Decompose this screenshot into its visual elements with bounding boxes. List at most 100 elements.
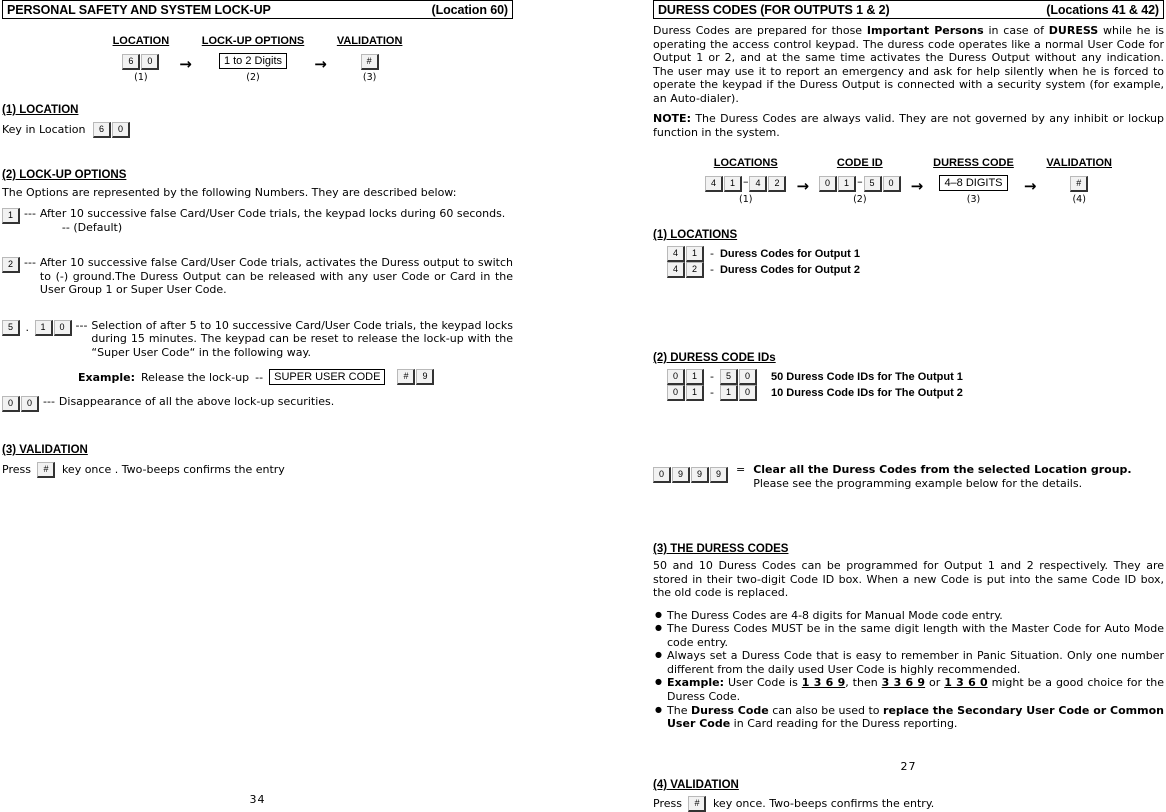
right-s1-heading: (1) LOCATIONS <box>653 229 738 241</box>
separator: - <box>710 247 714 260</box>
note-text: The Duress Codes are always valid. They … <box>653 112 1164 139</box>
key-cap: 9 <box>691 466 709 483</box>
flow-title: LOCK-UP OPTIONS <box>201 35 305 47</box>
key-cap: 0 <box>738 369 757 385</box>
flow-step-number: (2) <box>853 194 867 205</box>
key-cap: 1 <box>723 176 742 192</box>
left-page: PERSONAL SAFETY AND SYSTEM LOCK-UP (Loca… <box>2 0 513 806</box>
key-cap: 4 <box>749 176 768 192</box>
flow-keys: # <box>1046 174 1112 192</box>
key-cap: 2 <box>768 176 787 192</box>
right-s4-heading: (4) VALIDATION <box>653 778 739 791</box>
press-after: key once . Two-beeps confirms the entry <box>61 463 285 476</box>
key-cap: 2 <box>686 262 704 278</box>
key-cap-hash: # <box>37 462 56 478</box>
right-section-header: DURESS CODES (FOR OUTPUTS 1 & 2) (Locati… <box>653 0 1164 19</box>
key-cap: 0 <box>53 319 72 336</box>
flow-step-code-id: CODE ID 0 1–5 0 (2) <box>819 157 901 205</box>
option-2-text: After 10 successive false Card/User Code… <box>39 256 513 296</box>
arrow-right-icon: → <box>1023 177 1037 195</box>
left-s1-heading: (1) LOCATION <box>2 104 79 116</box>
left-page-number: 34 <box>249 793 266 806</box>
left-s3-heading: (3) VALIDATION <box>2 444 88 456</box>
digits-box: 1 to 2 Digits <box>218 53 288 69</box>
left-s2-heading: (2) LOCK-UP OPTIONS <box>2 169 127 181</box>
digits-box: 4–8 DIGITS <box>939 175 1008 191</box>
option-3-text: Selection of after 5 to 10 successive Ca… <box>91 318 513 359</box>
flow-title: VALIDATION <box>1046 157 1112 169</box>
arrow-right-icon: → <box>179 55 192 73</box>
option-row-2: 2 --- After 10 successive false Card/Use… <box>2 256 513 297</box>
key-cap: 9 <box>710 466 728 483</box>
key-cap: 0 <box>882 176 901 192</box>
duress-codes-paragraph: 50 and 10 Duress Codes can be programmed… <box>653 559 1164 599</box>
list-item-label: 10 Duress Code IDs for The Output 2 <box>770 387 963 399</box>
list-item: The Duress Code can also be used to repl… <box>653 703 1164 731</box>
key-cap: 9 <box>672 466 690 483</box>
flow-step-number: (3) <box>362 72 377 83</box>
option-4-text: Disappearance of all the above lock-up s… <box>58 395 335 408</box>
example-dashes: -- <box>255 370 264 384</box>
key-cap: 1 <box>686 246 704 262</box>
equals-sign: = <box>736 463 746 476</box>
press-label: Press <box>2 463 31 476</box>
list-item: 42 - Duress Codes for Output 2 <box>667 262 1164 278</box>
duress-note: NOTE: The Duress Codes are always valid.… <box>653 112 1164 139</box>
dots: --- <box>24 256 36 269</box>
right-header-location: (Locations 41 & 42) <box>1046 2 1159 17</box>
key-cap: 2 <box>2 257 20 273</box>
duress-codes-bullets: The Duress Codes are 4-8 digits for Manu… <box>653 608 1164 731</box>
list-item: The Duress Codes are 4-8 digits for Manu… <box>653 608 1164 623</box>
clear-line-1: Clear all the Duress Codes from the sele… <box>753 463 1132 476</box>
right-page-number: 27 <box>900 760 917 773</box>
separator: - <box>710 263 714 276</box>
flow-arrow-icon: → <box>304 54 337 73</box>
flow-step-duress-code: DURESS CODE 4–8 DIGITS (3) <box>933 157 1014 205</box>
key-cap: 0 <box>112 122 130 138</box>
locations-list: 41 - Duress Codes for Output 1 42 - Dure… <box>653 246 1164 278</box>
flow-step-validation: VALIDATION # (3) <box>337 35 403 83</box>
key-cap: 0 <box>819 176 838 192</box>
dots: --- <box>75 318 88 332</box>
left-flow-diagram: LOCATION 60 (1) → LOCK-UP OPTIONS 1 to 2… <box>2 35 513 83</box>
flow-arrow-icon: → <box>901 176 934 195</box>
option-1-text2: -- (Default) <box>61 220 123 234</box>
key-cap: 1 <box>838 176 857 192</box>
key-cap: 4 <box>704 176 723 192</box>
flow-title: LOCATIONS <box>713 157 778 169</box>
key-cap: 0 <box>667 385 685 401</box>
clear-line-2: Please see the programming example below… <box>753 477 1083 490</box>
left-s1-text: Key in Location <box>2 123 86 136</box>
duress-intro-paragraph: Duress Codes are prepared for those Impo… <box>653 24 1164 105</box>
key-cap: 1 <box>686 369 704 385</box>
flow-title: LOCATION <box>112 35 170 47</box>
key-cap: 5 <box>719 369 738 385</box>
right-s2-heading: (2) DURESS CODE IDs <box>653 352 776 364</box>
key-cap: 0 <box>653 466 671 483</box>
flow-step-number: (1) <box>134 72 148 83</box>
key-cap: 1 <box>2 208 20 224</box>
arrow-right-icon: → <box>796 177 810 195</box>
key-cap: 1 <box>686 385 704 401</box>
flow-arrow-icon: → <box>169 54 202 73</box>
flow-keys: 60 <box>113 52 170 70</box>
flow-step-number: (4) <box>1072 194 1086 205</box>
right-header-title: DURESS CODES (FOR OUTPUTS 1 & 2) <box>658 2 890 17</box>
key-cap: 9 <box>416 369 435 385</box>
key-cap: 0 <box>2 396 20 412</box>
right-s4-line: Press # key once. Two-beeps confirms the… <box>653 795 1164 812</box>
flow-step-options: LOCK-UP OPTIONS 1 to 2 Digits (2) <box>202 35 304 83</box>
key-cap-hash: # <box>397 369 416 385</box>
arrow-right-icon: → <box>314 55 327 73</box>
option-row-3: 5 . 10 --- Selection of after 5 to 10 su… <box>2 319 513 360</box>
key-cap: 6 <box>93 122 111 138</box>
key-cap: 4 <box>667 246 685 262</box>
right-flow-diagram: LOCATIONS 4 1–4 2 (1) → CODE ID 0 1–5 0 (2) … <box>653 157 1164 205</box>
left-s3-line: Press # key once . Two-beeps confirms th… <box>2 462 513 478</box>
range-dash: – <box>742 174 749 188</box>
list-item: Always set a Duress Code that is easy to… <box>653 648 1164 676</box>
flow-title: DURESS CODE <box>933 157 1014 169</box>
key-cap-hash: # <box>360 54 379 70</box>
flow-step-number: (2) <box>246 72 260 83</box>
key-cap: 0 <box>667 369 685 385</box>
